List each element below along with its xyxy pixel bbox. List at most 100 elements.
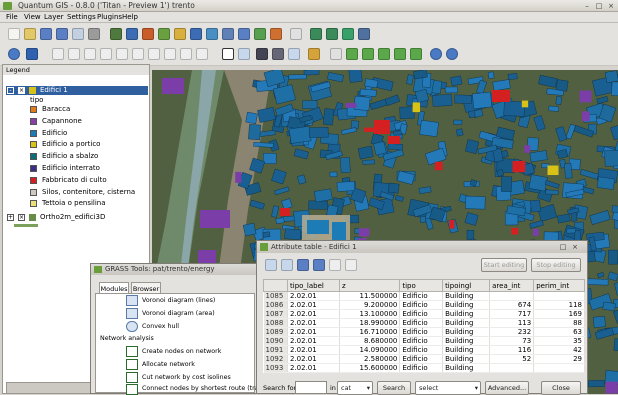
hide-all-icon[interactable] (222, 28, 234, 40)
module-convex-hull[interactable]: Convex hull (142, 323, 179, 330)
close-window-icon[interactable]: × (607, 2, 615, 10)
add-postgis-icon[interactable] (142, 28, 154, 40)
column-tipo-label[interactable]: tipo_label (287, 279, 340, 292)
mode-select[interactable]: select ▾ (415, 381, 481, 395)
open-table-icon[interactable] (238, 48, 250, 60)
copy-selected-icon[interactable] (313, 259, 325, 271)
help-icon[interactable] (290, 28, 302, 40)
plugin-d-icon[interactable] (358, 28, 370, 40)
stop-editing-button[interactable]: Stop editing (531, 258, 581, 272)
measure-line-icon[interactable] (256, 48, 268, 60)
add-raster-icon[interactable] (110, 28, 122, 40)
search-input[interactable] (295, 381, 327, 394)
plugin-c-icon[interactable] (342, 28, 354, 40)
module-create-nodes[interactable]: Create nodes on network (142, 348, 221, 355)
module-voronoi-lines[interactable]: Voronoi diagram (lines) (142, 297, 215, 304)
layer-visible-checkbox[interactable]: × (18, 87, 25, 94)
network-analysis-group[interactable]: Network analysis (100, 335, 154, 342)
table-row[interactable]: 1089 2.02.01 16.710000 Edificio Building 232 6… (263, 327, 585, 337)
grass-mapset-icon[interactable] (254, 28, 266, 40)
table-row[interactable]: 1093 2.02.01 15.600000 Edificio Building (263, 363, 585, 373)
invert-selection-icon[interactable] (281, 259, 293, 271)
capture-point-icon[interactable] (52, 48, 64, 60)
menu-view[interactable]: View (24, 13, 41, 21)
move-vertex-icon[interactable] (116, 48, 128, 60)
delete-column-icon[interactable] (345, 259, 357, 271)
close-button[interactable]: Close (541, 381, 581, 395)
pan-icon[interactable] (330, 48, 342, 60)
menu-layer[interactable]: Layer (44, 13, 64, 21)
refresh-a-icon[interactable] (430, 48, 442, 60)
attr-close-icon[interactable]: × (571, 243, 579, 251)
zoom-in-icon[interactable] (346, 48, 358, 60)
new-layer-icon[interactable] (174, 28, 186, 40)
select-features-icon[interactable] (222, 48, 234, 60)
add-vector-icon[interactable] (126, 28, 138, 40)
zoom-full-icon[interactable] (378, 48, 390, 60)
menu-help[interactable]: Help (122, 13, 138, 21)
minimize-icon[interactable]: – (583, 2, 591, 10)
legend-layer-ortho[interactable]: + × Ortho2m_edifici3D (6, 213, 146, 223)
menu-settings[interactable]: Settings (67, 13, 96, 21)
attribute-table[interactable]: tipo_label z tipo tipoingl area_int peri… (263, 279, 585, 373)
overview-icon[interactable] (238, 28, 250, 40)
plugin-b-icon[interactable] (326, 28, 338, 40)
globe-icon[interactable] (8, 48, 20, 60)
column-tipo[interactable]: tipo (399, 279, 444, 292)
open-project-icon[interactable] (24, 28, 36, 40)
new-column-icon[interactable] (329, 259, 341, 271)
copy-feature-icon[interactable] (180, 48, 192, 60)
cut-feature-icon[interactable] (164, 48, 176, 60)
new-project-icon[interactable] (8, 28, 20, 40)
paste-feature-icon[interactable] (196, 48, 208, 60)
field-select[interactable]: cat ▾ (337, 381, 373, 395)
maximize-icon[interactable]: □ (595, 2, 603, 10)
table-row[interactable]: 1090 2.02.01 8.680000 Edificio Building 73 35 (263, 336, 585, 346)
column-z[interactable]: z (338, 279, 401, 292)
menu-plugins[interactable]: Plugins (97, 13, 122, 21)
start-editing-button[interactable]: Start editing (481, 258, 527, 272)
column-area-int[interactable]: area_int (489, 279, 535, 292)
capture-line-icon[interactable] (68, 48, 80, 60)
table-row[interactable]: 1085 2.02.01 11.500000 Edificio Building (263, 291, 585, 301)
module-cut-network[interactable]: Cut network by cost isolines (142, 374, 231, 381)
menu-file[interactable]: File (6, 13, 18, 21)
legend-layer-edifici[interactable]: - × Edifici 1 (6, 86, 148, 95)
save-project-icon[interactable] (40, 28, 52, 40)
export-map-icon[interactable] (72, 28, 84, 40)
refresh-b-icon[interactable] (446, 48, 458, 60)
search-button[interactable]: Search (377, 381, 411, 395)
add-wms-icon[interactable] (158, 28, 170, 40)
table-row[interactable]: 1087 2.02.01 13.100000 Edificio Building 717 1… (263, 309, 585, 319)
map-tips-icon[interactable] (308, 48, 320, 60)
show-all-icon[interactable] (206, 28, 218, 40)
table-row[interactable]: 1092 2.02.01 2.580000 Edificio Building 52 29 (263, 354, 585, 364)
advanced-button[interactable]: Advanced... (485, 381, 529, 395)
zoom-layer-icon[interactable] (410, 48, 422, 60)
delete-vertex-icon[interactable] (132, 48, 144, 60)
measure-area-icon[interactable] (272, 48, 284, 60)
module-voronoi-area[interactable]: Voronoi diagram (area) (142, 310, 215, 317)
table-row[interactable]: 1091 2.02.01 14.090000 Edificio Building 116 4… (263, 345, 585, 355)
module-allocate-network[interactable]: Allocate network (142, 361, 195, 368)
remove-layer-icon[interactable] (190, 28, 202, 40)
column-perim-int[interactable]: perim_int (533, 279, 585, 292)
column-tipoingl[interactable]: tipoingl (442, 279, 491, 292)
plugin-a-icon[interactable] (310, 28, 322, 40)
table-row[interactable]: 1086 2.02.01 9.200000 Edificio Building 674 11… (263, 300, 585, 310)
zoom-out-icon[interactable] (362, 48, 374, 60)
zoom-selection-icon[interactable] (394, 48, 406, 60)
layer-visible-checkbox-2[interactable]: × (18, 214, 25, 221)
select-all-icon[interactable] (265, 259, 277, 271)
digitize-icon[interactable] (26, 48, 38, 60)
delete-feature-icon[interactable] (148, 48, 160, 60)
attr-maximize-icon[interactable]: □ (559, 243, 567, 251)
add-vertex-icon[interactable] (100, 48, 112, 60)
identify-icon[interactable] (288, 48, 300, 60)
save-as-icon[interactable] (56, 28, 68, 40)
grass-region-icon[interactable] (270, 28, 282, 40)
move-selected-top-icon[interactable] (297, 259, 309, 271)
capture-polygon-icon[interactable] (84, 48, 96, 60)
print-icon[interactable] (88, 28, 100, 40)
table-row[interactable]: 1088 2.02.01 18.990000 Edificio Building 113 8… (263, 318, 585, 328)
